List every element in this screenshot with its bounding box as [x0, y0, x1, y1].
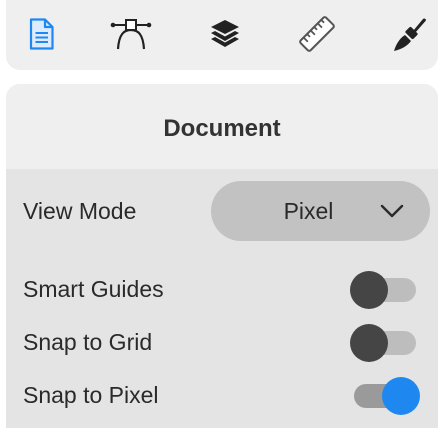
layers-icon	[207, 18, 243, 50]
toggle-knob	[382, 377, 420, 415]
smart-guides-label: Smart Guides	[23, 276, 164, 302]
tab-path[interactable]	[109, 12, 153, 56]
toggle-knob	[350, 324, 388, 362]
panel-title: Document	[163, 114, 281, 142]
document-icon	[28, 18, 54, 50]
tab-layers[interactable]	[203, 12, 247, 56]
ruler-icon	[298, 15, 336, 53]
view-mode-dropdown[interactable]: Pixel	[211, 181, 430, 241]
paintbrush-icon	[391, 15, 429, 53]
snap-to-pixel-label: Snap to Pixel	[23, 382, 159, 408]
tab-measure[interactable]	[295, 12, 339, 56]
tool-tabs-bar	[6, 0, 438, 70]
snap-to-pixel-toggle[interactable]	[350, 377, 420, 415]
tab-document[interactable]	[19, 12, 63, 56]
document-settings-screen: Document View Mode Pixel Smart Guides Sn…	[0, 0, 438, 428]
tab-style[interactable]	[388, 12, 432, 56]
panel-header: Document	[6, 84, 438, 169]
chevron-down-icon	[380, 181, 430, 241]
document-panel: Document View Mode Pixel Smart Guides Sn…	[6, 84, 438, 428]
view-mode-value: Pixel	[283, 197, 334, 224]
pen-tool-icon	[110, 18, 152, 50]
toggle-knob	[350, 271, 388, 309]
snap-to-grid-toggle[interactable]	[350, 324, 420, 362]
view-mode-label: View Mode	[23, 198, 137, 224]
snap-to-grid-label: Snap to Grid	[23, 329, 153, 355]
smart-guides-toggle[interactable]	[350, 271, 420, 309]
